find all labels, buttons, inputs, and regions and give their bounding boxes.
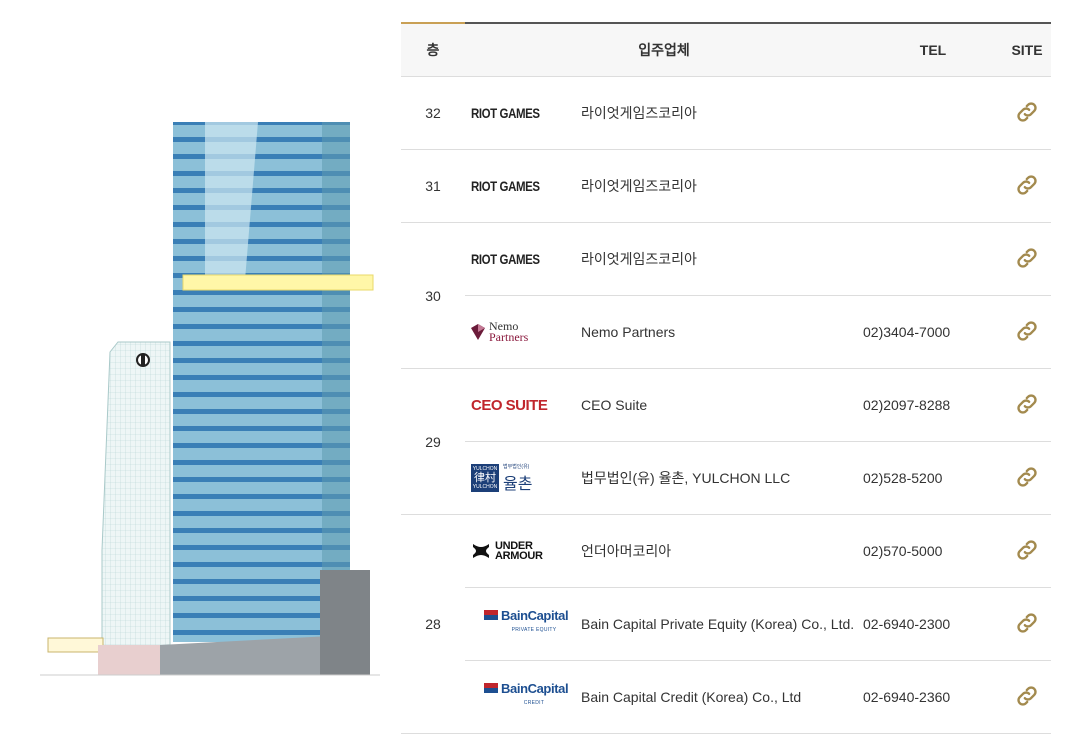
table-row: Nemo Partners Nemo Partners 02)3404-7000 <box>401 295 1051 369</box>
site-cell <box>1003 514 1051 588</box>
site-link-icon[interactable] <box>1014 172 1040 198</box>
floor-cell: 31 <box>401 149 465 223</box>
tenant-tel: 02-6940-2360 <box>863 660 1003 734</box>
tenant-name: CEO Suite <box>581 368 863 442</box>
floor-cell: 29 <box>401 368 465 515</box>
table-row: 32 RIOT GAMES 라이엇게임즈코리아 <box>401 76 1051 150</box>
tenant-name: 라이엇게임즈코리아 <box>581 149 863 223</box>
site-cell <box>1003 76 1051 150</box>
site-link-icon[interactable] <box>1014 683 1040 709</box>
tenant-logo: BainCapital PRIVATE EQUITY <box>465 587 581 661</box>
site-link-icon[interactable] <box>1014 464 1040 490</box>
site-link-icon[interactable] <box>1014 99 1040 125</box>
tenant-tel <box>863 222 1003 296</box>
site-cell <box>1003 587 1051 661</box>
tenant-tel: 02-6940-2300 <box>863 587 1003 661</box>
bain-flag-icon <box>483 683 498 693</box>
tenant-tel: 02)570-5000 <box>863 514 1003 588</box>
header-floor: 층 <box>401 22 465 77</box>
site-cell <box>1003 441 1051 515</box>
tenant-tel <box>863 76 1003 150</box>
bain-flag-icon <box>483 610 498 620</box>
tenant-logo: Nemo Partners <box>465 295 581 369</box>
tenant-name: 언더아머코리아 <box>581 514 863 588</box>
site-cell <box>1003 660 1051 734</box>
highlight-floor-band <box>182 274 374 291</box>
floor-cell: 32 <box>401 76 465 150</box>
tenant-tel: 02)528-5200 <box>863 441 1003 515</box>
site-cell <box>1003 368 1051 442</box>
tenant-logo: RIOT GAMES <box>465 222 581 296</box>
podium-canopy <box>47 637 104 653</box>
site-link-icon[interactable] <box>1014 610 1040 636</box>
tenant-logo: BainCapital CREDIT <box>465 660 581 734</box>
building-illustration <box>40 122 380 676</box>
tenant-logo: YULCHON 律村 YULCHON 법무법인(유) 율촌 <box>465 441 581 515</box>
table-row: BainCapital PRIVATE EQUITY Bain Capital … <box>401 587 1051 661</box>
table-header-row: 층 입주업체 TEL SITE <box>401 22 1051 77</box>
tenant-tel: 02)2097-8288 <box>863 368 1003 442</box>
table-row: YULCHON 律村 YULCHON 법무법인(유) 율촌 법무법인(유) 율촌, Y… <box>401 441 1051 515</box>
table-row: 28 UNDER ARMOUR 언더아머코리아 02)570-5000 <box>401 514 1051 734</box>
site-link-icon[interactable] <box>1014 391 1040 417</box>
tenant-logo: RIOT GAMES <box>465 76 581 150</box>
tenant-name: Nemo Partners <box>581 295 863 369</box>
annex-block <box>320 570 370 675</box>
tenant-tel <box>863 149 1003 223</box>
site-link-icon[interactable] <box>1014 318 1040 344</box>
site-link-icon[interactable] <box>1014 245 1040 271</box>
under-armour-logo-icon <box>473 544 489 558</box>
table-row: BainCapital CREDIT Bain Capital Credit (… <box>401 660 1051 734</box>
tenant-table: 층 입주업체 TEL SITE 32 RIOT GAMES 라이엇게임즈코리아 … <box>401 22 1051 734</box>
nemo-logo-icon <box>471 324 485 340</box>
tenant-tel: 02)3404-7000 <box>863 295 1003 369</box>
tenant-name: 라이엇게임즈코리아 <box>581 76 863 150</box>
tenant-name: 라이엇게임즈코리아 <box>581 222 863 296</box>
site-cell <box>1003 222 1051 296</box>
tenant-name: Bain Capital Credit (Korea) Co., Ltd <box>581 660 863 734</box>
side-tower <box>101 341 171 651</box>
table-row: 30 RIOT GAMES 라이엇게임즈코리아 <box>401 222 1051 369</box>
floor-cell: 28 <box>401 514 465 734</box>
site-cell <box>1003 149 1051 223</box>
floor-cell: 30 <box>401 222 465 369</box>
header-site: SITE <box>1003 22 1051 77</box>
tenant-logo: CEO SUITE <box>465 368 581 442</box>
tenant-logo: RIOT GAMES <box>465 149 581 223</box>
tenant-name: Bain Capital Private Equity (Korea) Co.,… <box>581 587 863 661</box>
tenant-name: 법무법인(유) 율촌, YULCHON LLC <box>581 441 863 515</box>
site-cell <box>1003 295 1051 369</box>
table-row: 29 CEO SUITE CEO Suite 02)2097-8288 <box>401 368 1051 515</box>
tenant-logo: UNDER ARMOUR <box>465 514 581 588</box>
site-link-icon[interactable] <box>1014 537 1040 563</box>
header-tel: TEL <box>863 22 1003 77</box>
header-tenant: 입주업체 <box>465 22 863 77</box>
table-row: 31 RIOT GAMES 라이엇게임즈코리아 <box>401 149 1051 223</box>
